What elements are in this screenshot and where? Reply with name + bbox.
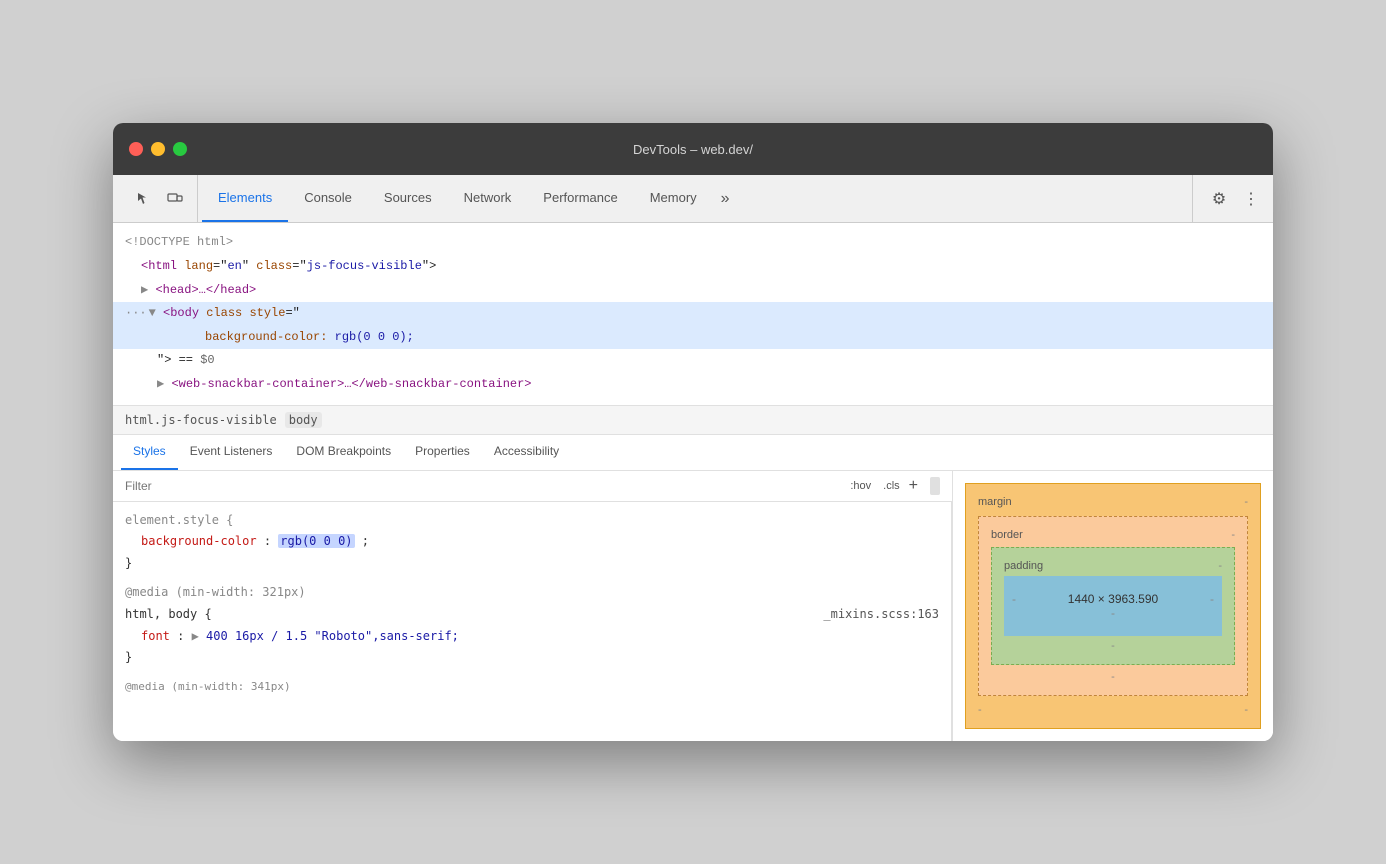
window-title: DevTools – web.dev/ [633, 142, 753, 157]
styles-tab-styles[interactable]: Styles [121, 435, 178, 470]
breadcrumb: html.js-focus-visible body [113, 406, 1273, 435]
close-button[interactable] [129, 142, 143, 156]
content-dash-right: - [1210, 592, 1214, 606]
box-border: border - padding - [978, 516, 1248, 696]
margin-bottom-row: - - [978, 704, 1248, 716]
margin-label: margin [978, 496, 1012, 508]
styles-tabs: Styles Event Listeners DOM Breakpoints P… [113, 435, 1273, 471]
padding-top-row: padding - [1004, 560, 1222, 572]
margin-top-row: margin - [978, 496, 1248, 508]
css-close: } [125, 553, 939, 575]
margin-dash-bl: - [978, 704, 982, 716]
css-block-element-style: element.style { background-color : rgb(0… [125, 510, 939, 575]
box-margin: margin - border - padding [965, 483, 1261, 729]
devtools-window: DevTools – web.dev/ Elements Console So [113, 123, 1273, 740]
traffic-lights [129, 142, 187, 156]
content-bottom-dash: - [1012, 606, 1214, 620]
scrollbar-indicator [930, 477, 940, 495]
html-line-style-value: background-color: rgb(0 0 0); [113, 326, 1273, 350]
html-line-doctype: <!DOCTYPE html> [113, 231, 1273, 255]
padding-bottom-dash: - [1004, 640, 1222, 652]
main-split: :hov .cls + element.style { backgroun [113, 471, 1273, 741]
tab-console[interactable]: Console [288, 175, 368, 222]
box-padding: padding - - 1440 × 3963.590 - - [991, 547, 1235, 665]
html-panel[interactable]: <!DOCTYPE html> <html lang =" en " class… [113, 223, 1273, 405]
truncated-indicator: @media (min-width: 341px) [125, 677, 939, 697]
box-model-panel: margin - border - padding [953, 471, 1273, 741]
more-options-button[interactable]: ⋮ [1237, 185, 1265, 213]
hov-button[interactable]: :hov [847, 479, 874, 493]
html-line-html: <html lang =" en " class =" js-focus-vis… [113, 255, 1273, 279]
margin-dash-br: - [1244, 704, 1248, 716]
tab-memory[interactable]: Memory [634, 175, 713, 222]
filter-buttons: :hov .cls + [847, 477, 918, 495]
tabbar: Elements Console Sources Network Perform… [113, 175, 1273, 223]
styles-panel: element.style { background-color : rgb(0… [113, 502, 952, 741]
source-link[interactable]: _mixins.scss:163 [823, 604, 939, 626]
tabbar-right-actions: ⚙ ⋮ [1192, 175, 1265, 222]
css-close2: } [125, 647, 939, 669]
more-tabs-button[interactable]: » [713, 175, 738, 222]
tabbar-icon-group [121, 175, 198, 222]
border-label: border [991, 529, 1023, 541]
css-block-media: @media (min-width: 321px) html, body { _… [125, 582, 939, 668]
devtools-body: <!DOCTYPE html> <html lang =" en " class… [113, 223, 1273, 740]
html-line-body[interactable]: ··· ▼ <body class style =" [113, 302, 1273, 326]
device-toggle-icon[interactable] [161, 185, 189, 213]
border-top-row: border - [991, 529, 1235, 541]
content-dash-left: - [1012, 592, 1016, 606]
styles-tab-accessibility[interactable]: Accessibility [482, 435, 571, 470]
styles-tab-dom-breakpoints[interactable]: DOM Breakpoints [284, 435, 403, 470]
titlebar: DevTools – web.dev/ [113, 123, 1273, 175]
padding-label: padding [1004, 560, 1043, 572]
margin-dash-tr: - [1244, 496, 1248, 508]
filter-input[interactable] [125, 479, 839, 493]
styles-tab-event-listeners[interactable]: Event Listeners [178, 435, 285, 470]
add-style-button[interactable]: + [909, 477, 918, 495]
border-bottom-dash: - [991, 671, 1235, 683]
tab-sources[interactable]: Sources [368, 175, 448, 222]
css-prop-line: background-color : rgb(0 0 0) ; [125, 531, 939, 553]
html-line-snackbar: ▶ <web-snackbar-container>…</web-snackba… [113, 373, 1273, 397]
cls-button[interactable]: .cls [880, 479, 903, 493]
content-dimensions: 1440 × 3963.590 [1068, 592, 1158, 606]
styles-tab-properties[interactable]: Properties [403, 435, 482, 470]
maximize-button[interactable] [173, 142, 187, 156]
tab-elements[interactable]: Elements [202, 175, 288, 222]
box-content: - 1440 × 3963.590 - - [1004, 576, 1222, 636]
minimize-button[interactable] [151, 142, 165, 156]
breadcrumb-item-html[interactable]: html.js-focus-visible [125, 413, 277, 427]
css-selector-line: html, body { _mixins.scss:163 [125, 604, 939, 626]
settings-button[interactable]: ⚙ [1205, 185, 1233, 213]
css-media-query: @media (min-width: 321px) [125, 582, 939, 604]
tab-network[interactable]: Network [448, 175, 528, 222]
html-line-eq: "> == $0 [113, 349, 1273, 373]
tab-performance[interactable]: Performance [527, 175, 633, 222]
padding-dash-tr: - [1218, 560, 1222, 572]
content-row: - 1440 × 3963.590 - [1012, 592, 1214, 606]
html-line-head: ▶ <head>…</head> [113, 279, 1273, 303]
css-selector: element.style { [125, 510, 939, 532]
border-dash-tr: - [1231, 529, 1235, 541]
left-panel: :hov .cls + element.style { backgroun [113, 471, 953, 741]
css-font-prop: font : ▶ 400 16px / 1.5 "Roboto",sans-se… [125, 626, 939, 648]
inspect-icon[interactable] [129, 185, 157, 213]
filter-row: :hov .cls + [113, 471, 952, 502]
breadcrumb-item-body[interactable]: body [285, 412, 322, 428]
